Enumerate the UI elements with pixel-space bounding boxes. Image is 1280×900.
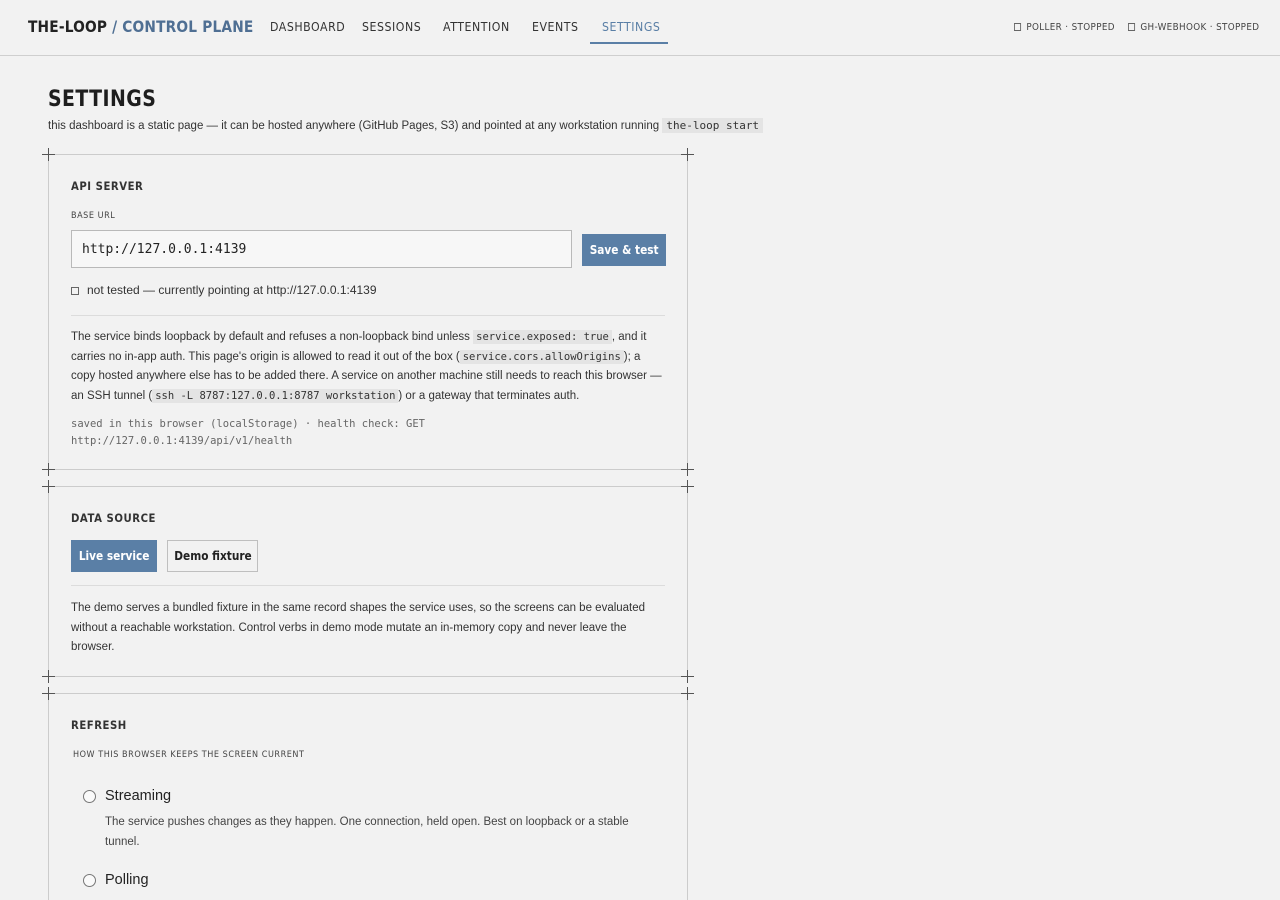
section-title: API SERVER (71, 179, 144, 193)
active-tab-indicator (590, 42, 668, 44)
refresh-card: REFRESH HOW THIS BROWSER KEEPS THE SCREE… (42, 687, 694, 900)
page-title: SETTINGS (48, 87, 157, 112)
corner-mark-icon (681, 463, 694, 476)
base-url-label: BASE URL (71, 211, 116, 221)
cors-code: service.cors.allowOrigins (459, 349, 624, 364)
base-url-input[interactable] (71, 230, 572, 268)
divider (71, 585, 665, 586)
streaming-radio[interactable] (83, 790, 96, 803)
api-server-card: API SERVER BASE URL Save & test not test… (42, 148, 694, 476)
section-title: REFRESH (71, 718, 127, 732)
option-description: The service pushes changes as they happe… (105, 816, 629, 848)
nav-sessions[interactable]: SESSIONS (362, 19, 421, 34)
storage-note: saved in this browser (localStorage) · h… (71, 418, 426, 447)
corner-mark-icon (42, 480, 55, 493)
corner-mark-icon (681, 670, 694, 683)
data-source-info: The demo serves a bundled fixture in the… (71, 602, 646, 653)
corner-mark-icon (681, 480, 694, 493)
connection-status: not tested — currently pointing at http:… (71, 283, 377, 297)
nav-settings[interactable]: SETTINGS (602, 19, 660, 34)
corner-mark-icon (42, 670, 55, 683)
brand-name: THE-LOOP (28, 17, 108, 36)
option-label: Streaming (105, 788, 172, 804)
status-square-icon (1128, 22, 1136, 31)
corner-mark-icon (42, 463, 55, 476)
poller-status: POLLER · STOPPED (1014, 22, 1115, 33)
refresh-subtitle: HOW THIS BROWSER KEEPS THE SCREEN CURREN… (73, 750, 305, 760)
data-source-card: DATA SOURCE Live service Demo fixture Th… (42, 480, 694, 683)
save-test-button[interactable]: Save & test (582, 234, 666, 266)
webhook-status: GH-WEBHOOK · STOPPED (1128, 22, 1259, 33)
section-title: DATA SOURCE (71, 511, 156, 525)
nav-dashboard[interactable]: DASHBOARD (270, 19, 345, 34)
brand-subtitle: / CONTROL PLANE (112, 17, 254, 36)
corner-mark-icon (681, 687, 694, 700)
polling-radio[interactable] (83, 874, 96, 887)
exposed-code: service.exposed: true (473, 330, 612, 344)
live-service-button[interactable]: Live service (71, 540, 157, 572)
top-bar: THE-LOOP / CONTROL PLANE DASHBOARD SESSI… (0, 0, 1280, 56)
ssh-code: ssh -L 8787:127.0.0.1:8787 workstation (152, 388, 399, 403)
nav-events[interactable]: EVENTS (532, 19, 579, 34)
page-subtitle: this dashboard is a static page — it can… (48, 118, 764, 133)
demo-fixture-button[interactable]: Demo fixture (167, 540, 258, 572)
corner-mark-icon (681, 148, 694, 161)
start-command: the-loop start (662, 118, 764, 133)
status-square-icon (71, 286, 79, 295)
api-server-info: The service binds loopback by default an… (71, 330, 662, 403)
divider (71, 315, 665, 316)
corner-mark-icon (42, 148, 55, 161)
option-label: Polling (105, 872, 149, 888)
nav-attention[interactable]: ATTENTION (443, 19, 510, 34)
status-square-icon (1014, 22, 1022, 31)
corner-mark-icon (42, 687, 55, 700)
app-brand[interactable]: THE-LOOP / CONTROL PLANE (28, 17, 253, 36)
